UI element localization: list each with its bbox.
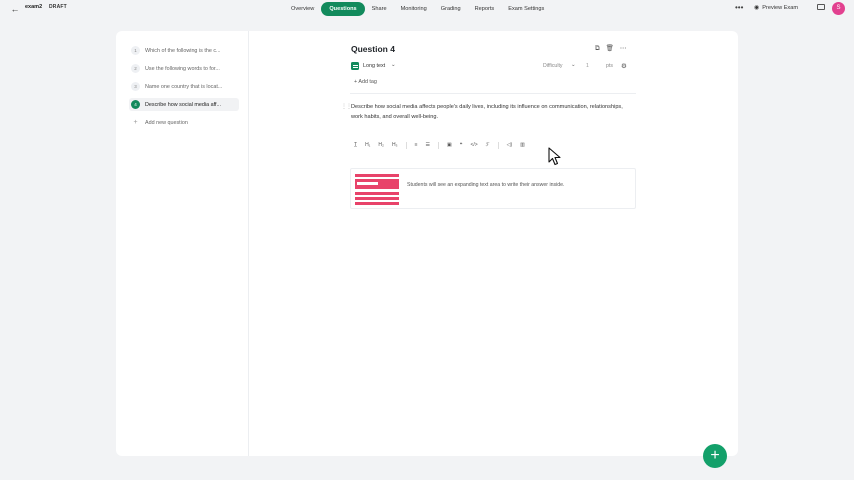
- back-arrow-icon[interactable]: ←: [9, 3, 21, 15]
- copy-icon[interactable]: ⧉: [595, 44, 600, 53]
- question-item-3[interactable]: 3 Name one country that is locat...: [129, 80, 239, 93]
- points-input[interactable]: 1: [586, 63, 589, 69]
- add-new-question-button[interactable]: + Add new question: [129, 116, 239, 129]
- add-tag-button[interactable]: + Add tag: [354, 79, 377, 85]
- tab-monitoring[interactable]: Monitoring: [394, 2, 434, 16]
- question-number: 3: [131, 82, 140, 91]
- audio-icon[interactable]: ◁): [507, 140, 513, 150]
- mail-icon[interactable]: [817, 4, 825, 10]
- avatar[interactable]: S: [832, 2, 845, 15]
- question-type-row: Long text ⌄ Difficulty ⌄ 1 pts ⚙: [350, 62, 636, 72]
- tab-grading[interactable]: Grading: [434, 2, 468, 16]
- trash-icon[interactable]: 🗑: [606, 44, 614, 53]
- illustration-line: [355, 202, 399, 205]
- question-preview-text: Name one country that is locat...: [145, 83, 223, 90]
- question-preview-text: Use the following words to for...: [145, 65, 220, 72]
- question-actions: ⧉ 🗑 ⋯: [595, 44, 626, 53]
- clear-format-icon[interactable]: T̲: [354, 140, 357, 150]
- drag-handle-icon[interactable]: ⋮⋮: [341, 103, 352, 110]
- question-item-4[interactable]: 4 Describe how social media aff...: [129, 98, 239, 111]
- status-badge: DRAFT: [49, 4, 67, 10]
- mouse-cursor-icon: [548, 147, 561, 166]
- long-text-illustration: [355, 174, 399, 205]
- tab-overview[interactable]: Overview: [284, 2, 321, 16]
- heading1-icon[interactable]: H₁: [365, 140, 370, 150]
- toolbar-separator: [497, 141, 499, 149]
- top-bar: ← exam2 DRAFT Overview Questions Share M…: [0, 0, 854, 18]
- toolbar-separator: [438, 141, 439, 149]
- long-text-icon: [351, 62, 359, 70]
- sliders-icon[interactable]: ⚙: [621, 62, 627, 70]
- numbered-list-icon[interactable]: ☰: [426, 140, 430, 150]
- illustration-highlight: [357, 181, 378, 185]
- table-icon[interactable]: ▥: [520, 140, 525, 150]
- illustration-line: [355, 197, 399, 200]
- difficulty-select[interactable]: Difficulty: [543, 63, 563, 69]
- image-icon[interactable]: ▣: [447, 140, 452, 150]
- heading2-icon[interactable]: H₂: [378, 140, 384, 150]
- question-number: 2: [131, 64, 140, 73]
- bullet-list-icon[interactable]: ≡: [415, 140, 418, 150]
- tab-reports[interactable]: Reports: [468, 2, 502, 16]
- question-preview-text: Which of the following is the c...: [145, 47, 221, 54]
- question-item-1[interactable]: 1 Which of the following is the c...: [129, 44, 239, 57]
- question-number: 4: [131, 100, 140, 109]
- formula-icon[interactable]: ℱ: [486, 140, 490, 150]
- tab-share[interactable]: Share: [365, 2, 394, 16]
- answer-preview-text: Students will see an expanding text area…: [407, 182, 565, 188]
- answer-preview-box: Students will see an expanding text area…: [350, 168, 636, 209]
- exam-name: exam2: [25, 4, 43, 10]
- tab-exam-settings[interactable]: Exam Settings: [501, 2, 551, 16]
- question-title: Question 4: [351, 44, 395, 54]
- question-type-select[interactable]: Long text: [363, 63, 385, 69]
- question-list: 1 Which of the following is the c... 2 U…: [129, 44, 239, 134]
- points-unit: pts: [606, 63, 613, 69]
- question-item-2[interactable]: 2 Use the following words to for...: [129, 62, 239, 75]
- main-card: 1 Which of the following is the c... 2 U…: [116, 31, 738, 456]
- tab-questions[interactable]: Questions: [321, 2, 365, 16]
- quote-icon[interactable]: ❝: [460, 140, 463, 150]
- question-sidebar: 1 Which of the following is the c... 2 U…: [116, 31, 249, 456]
- more-icon[interactable]: •••: [735, 3, 743, 13]
- add-new-question-label: Add new question: [145, 119, 188, 126]
- toolbar-separator: [405, 141, 407, 149]
- main-nav: Overview Questions Share Monitoring Grad…: [284, 2, 551, 16]
- chevron-down-icon[interactable]: ⌄: [391, 62, 396, 68]
- eye-icon: ◉: [754, 5, 760, 11]
- more-icon[interactable]: ⋯: [620, 44, 627, 53]
- illustration-line: [355, 174, 399, 177]
- code-icon[interactable]: </>: [470, 140, 477, 150]
- illustration-line: [355, 192, 399, 195]
- divider: [350, 93, 636, 94]
- add-fab-button[interactable]: +: [703, 444, 727, 468]
- plus-icon: +: [133, 119, 138, 126]
- question-text-editor[interactable]: Describe how social media affects people…: [351, 102, 623, 122]
- preview-exam-label: Preview Exam: [762, 4, 798, 11]
- question-preview-text: Describe how social media aff...: [145, 101, 222, 108]
- preview-exam-button[interactable]: ◉ Preview Exam: [754, 4, 798, 12]
- chevron-down-icon[interactable]: ⌄: [571, 62, 576, 68]
- formatting-toolbar: T̲ H₁ H₂ H₃ ≡ ☰ ▣ ❝ </> ℱ ◁) ▥: [354, 140, 533, 150]
- question-number: 1: [131, 46, 140, 55]
- heading3-icon[interactable]: H₃: [392, 140, 398, 150]
